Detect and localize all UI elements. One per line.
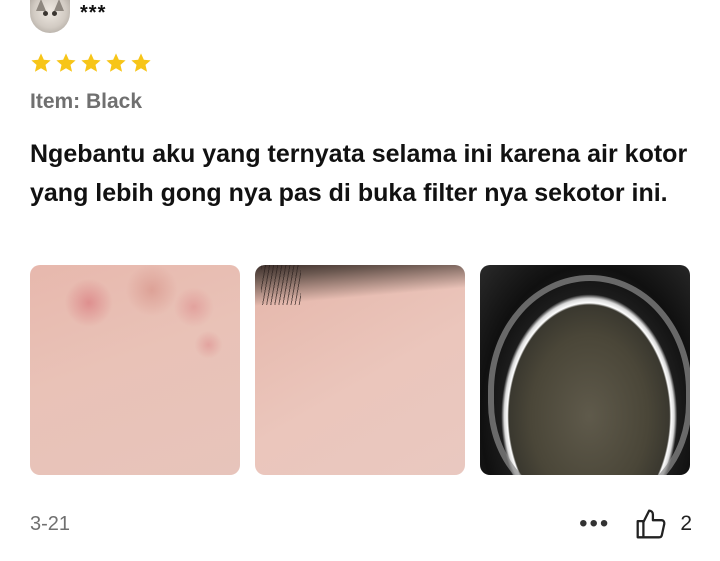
review-footer: 3-21 ••• 2 xyxy=(30,506,692,542)
star-rating xyxy=(30,52,152,74)
thumbs-up-icon[interactable] xyxy=(632,505,670,543)
star-icon xyxy=(55,52,77,74)
item-variant: Item: Black xyxy=(30,90,143,113)
reviewer-username: *** xyxy=(80,1,107,24)
avatar-eye xyxy=(52,11,57,16)
like-count: 2 xyxy=(680,512,692,535)
avatar-ear xyxy=(36,0,46,11)
review-text: Ngebantu aku yang ternyata selama ini ka… xyxy=(30,140,688,207)
review-date: 3-21 xyxy=(30,512,71,535)
more-options-icon[interactable]: ••• xyxy=(579,512,610,536)
review-photo-dirty-filter[interactable] xyxy=(480,265,690,475)
star-icon xyxy=(30,52,52,74)
filter-rim xyxy=(488,275,690,475)
star-icon xyxy=(130,52,152,74)
review-header: *** xyxy=(30,0,106,36)
review-photo-skin-before[interactable] xyxy=(30,265,240,475)
avatar-ear xyxy=(54,0,64,11)
avatar-eye xyxy=(43,11,48,16)
star-icon xyxy=(105,52,127,74)
review-photos xyxy=(30,265,690,475)
hair-detail xyxy=(261,265,301,305)
review-photo-skin-after[interactable] xyxy=(255,265,465,475)
star-icon xyxy=(80,52,102,74)
avatar[interactable] xyxy=(30,0,70,33)
